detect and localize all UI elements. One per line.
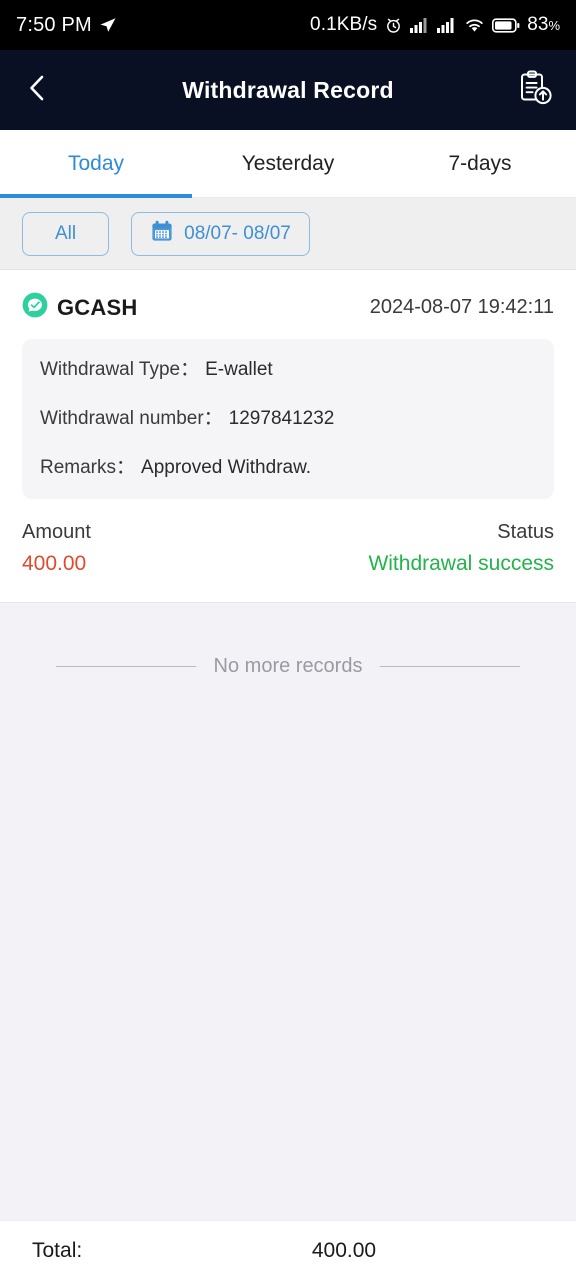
- detail-withdrawal-number-label: Withdrawal number：: [40, 407, 223, 429]
- back-button[interactable]: [24, 68, 68, 112]
- navigation-arrow-icon: [99, 16, 117, 34]
- detail-remarks-value: Approved Withdraw.: [141, 456, 312, 478]
- tab-7-days[interactable]: 7-days: [384, 130, 576, 197]
- wifi-icon: [464, 17, 485, 34]
- amount-value: 400.00: [22, 552, 87, 576]
- status-badge: Withdrawal success: [368, 552, 554, 576]
- record-brand: GCASH: [22, 292, 137, 323]
- record-summary: Amount 400.00 Status Withdrawal success: [22, 521, 554, 576]
- gcash-logo-icon: [22, 292, 48, 323]
- amount-label: Amount: [22, 521, 91, 544]
- chevron-left-icon: [24, 73, 50, 108]
- detail-withdrawal-number-value: 1297841232: [228, 407, 335, 429]
- page-title: Withdrawal Record: [182, 76, 394, 103]
- date-range-label: 08/07- 08/07: [184, 222, 291, 244]
- filter-all-button[interactable]: All: [22, 211, 110, 256]
- date-range-button[interactable]: 08/07- 08/07: [131, 211, 310, 256]
- tab-7-days-label: 7-days: [448, 151, 512, 175]
- period-tabs: Today Yesterday 7-days: [0, 130, 576, 198]
- record-amount-block: Amount 400.00: [22, 521, 91, 576]
- calendar-icon: [150, 219, 174, 249]
- record-list-area[interactable]: No more records: [0, 603, 576, 1220]
- record-item[interactable]: GCASH 2024-08-07 19:42:11 Withdrawal Typ…: [0, 270, 576, 604]
- divider-right: [380, 666, 521, 668]
- battery-unit: %: [548, 18, 560, 33]
- status-time: 7:50 PM: [16, 13, 92, 36]
- app-root: 7:50 PM 0.1KB/s 83% Withdrawal Record To…: [0, 0, 576, 1280]
- record-header: GCASH 2024-08-07 19:42:11: [22, 292, 554, 323]
- total-label: Total:: [32, 1238, 83, 1262]
- detail-withdrawal-type: Withdrawal Type： E-wallet: [40, 359, 536, 382]
- battery-percentage: 83%: [527, 14, 560, 36]
- battery-level: 83: [527, 14, 549, 35]
- network-speed: 0.1KB/s: [310, 14, 378, 35]
- export-record-button[interactable]: [508, 68, 552, 112]
- status-bar: 7:50 PM 0.1KB/s 83%: [0, 0, 576, 50]
- app-header: Withdrawal Record: [0, 50, 576, 130]
- status-bar-left: 7:50 PM: [16, 14, 117, 37]
- tab-yesterday-label: Yesterday: [241, 151, 335, 175]
- detail-withdrawal-number: Withdrawal number： 1297841232: [40, 408, 536, 431]
- signal-bars-icon: [410, 17, 430, 33]
- detail-withdrawal-type-label: Withdrawal Type：: [40, 359, 200, 380]
- detail-remarks-label: Remarks：: [40, 456, 136, 478]
- detail-remarks: Remarks： Approved Withdraw.: [40, 457, 536, 480]
- divider-left: [55, 666, 196, 668]
- battery-icon: [492, 17, 520, 33]
- total-bar: Total: 400.00: [0, 1220, 576, 1280]
- tab-today[interactable]: Today: [0, 130, 192, 198]
- total-value: 400.00: [311, 1238, 377, 1262]
- signal-bars-icon: [437, 17, 457, 33]
- tab-yesterday[interactable]: Yesterday: [192, 130, 384, 197]
- list-end-indicator: No more records: [0, 603, 576, 678]
- clipboard-upload-icon: [518, 70, 552, 111]
- alarm-clock-icon: [384, 16, 403, 35]
- detail-withdrawal-type-value: E-wallet: [205, 359, 273, 380]
- record-brand-name: GCASH: [57, 294, 138, 320]
- filter-bar: All 08/07- 08/07: [0, 198, 576, 270]
- record-status-block: Status Withdrawal success: [368, 521, 554, 576]
- record-timestamp: 2024-08-07 19:42:11: [369, 296, 554, 318]
- record-details-panel: Withdrawal Type： E-wallet Withdrawal numb…: [22, 339, 554, 500]
- status-label: Status: [497, 521, 554, 544]
- list-end-label: No more records: [213, 655, 363, 678]
- filter-all-label: All: [55, 222, 77, 244]
- status-bar-right: 0.1KB/s 83%: [310, 14, 560, 36]
- tab-today-label: Today: [67, 151, 125, 175]
